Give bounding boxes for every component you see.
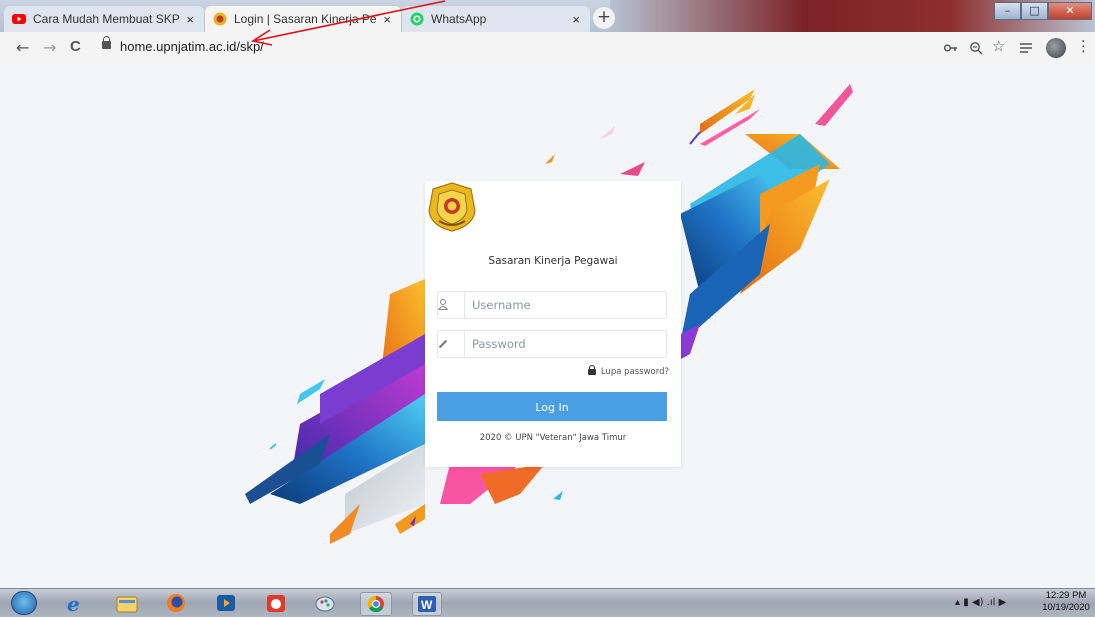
- svg-text:W: W: [421, 598, 433, 612]
- address-bar[interactable]: home.upnjatim.ac.id/skp/: [120, 39, 264, 54]
- system-tray[interactable]: ▴ ▮ ◀) .ıl ▶: [955, 597, 1006, 608]
- forgot-password-link[interactable]: Lupa password?: [587, 365, 669, 377]
- media-player-icon[interactable]: [214, 592, 238, 614]
- maximize-button[interactable]: □: [1021, 2, 1048, 20]
- username-input[interactable]: [472, 292, 662, 318]
- page-viewport: Sasaran Kinerja Pegawai Lupa password? L…: [0, 64, 1095, 588]
- profile-avatar[interactable]: [1046, 38, 1066, 58]
- start-button[interactable]: [11, 591, 37, 615]
- lock-icon[interactable]: [102, 36, 111, 49]
- close-window-button[interactable]: ✕: [1048, 2, 1092, 20]
- reload-button[interactable]: C: [70, 38, 81, 55]
- forgot-password-label: Lupa password?: [600, 367, 669, 377]
- lock-icon: [587, 365, 596, 375]
- tab-close-button[interactable]: ×: [186, 12, 194, 27]
- windows-taskbar: e W ▴ ▮ ◀) .ıl ▶ 12:29 PM 10/19/2020: [0, 588, 1095, 617]
- app-icon[interactable]: [264, 592, 288, 614]
- window-controls: – □ ✕: [994, 2, 1092, 20]
- upnjatim-logo-icon: [213, 12, 227, 26]
- upnjatim-logo: [428, 182, 476, 232]
- playlist-icon[interactable]: [1020, 42, 1034, 54]
- firefox-icon[interactable]: [164, 592, 188, 614]
- key-icon[interactable]: [944, 43, 958, 53]
- pencil-icon: [438, 331, 465, 357]
- tab-title: Cara Mudah Membuat SKP Onlin: [33, 12, 180, 26]
- chrome-icon[interactable]: [360, 592, 392, 616]
- clock-time: 12:29 PM: [1045, 590, 1087, 601]
- paint-icon[interactable]: [313, 592, 337, 614]
- tab-title: WhatsApp: [431, 12, 487, 26]
- tab-strip: Cara Mudah Membuat SKP Onlin × Login | S…: [0, 0, 1095, 32]
- annotation-arrow: [250, 0, 446, 46]
- password-input[interactable]: [472, 331, 662, 357]
- tab-close-button[interactable]: ×: [572, 12, 580, 27]
- forward-button[interactable]: →: [43, 38, 56, 57]
- login-button[interactable]: Log In: [437, 392, 667, 421]
- password-field: [437, 330, 667, 358]
- user-icon: [438, 292, 465, 318]
- menu-icon[interactable]: ⋮: [1076, 37, 1091, 55]
- youtube-icon: [12, 14, 26, 24]
- clock-date: 10/19/2020: [1042, 602, 1090, 613]
- tab-cara-mudah[interactable]: Cara Mudah Membuat SKP Onlin ×: [4, 6, 204, 32]
- file-explorer-icon[interactable]: [115, 592, 139, 614]
- internet-explorer-icon[interactable]: e: [64, 592, 88, 614]
- word-icon[interactable]: W: [412, 592, 442, 616]
- svg-text:e: e: [67, 592, 80, 614]
- back-button[interactable]: ←: [16, 38, 29, 57]
- browser-toolbar: ← → C home.upnjatim.ac.id/skp/ ☆ ⋮: [0, 32, 1095, 65]
- login-card: Sasaran Kinerja Pegawai Lupa password? L…: [425, 181, 681, 467]
- zoom-icon[interactable]: [969, 41, 983, 55]
- copyright-footer: 2020 © UPN "Veteran" Jawa Timur: [479, 433, 627, 443]
- username-field: [437, 291, 667, 319]
- clock[interactable]: 12:29 PM 10/19/2020: [1040, 590, 1092, 614]
- bookmark-star-icon[interactable]: ☆: [992, 37, 1005, 55]
- app-title: Sasaran Kinerja Pegawai: [488, 255, 618, 267]
- minimize-button[interactable]: –: [994, 2, 1021, 20]
- new-tab-button[interactable]: +: [593, 7, 615, 29]
